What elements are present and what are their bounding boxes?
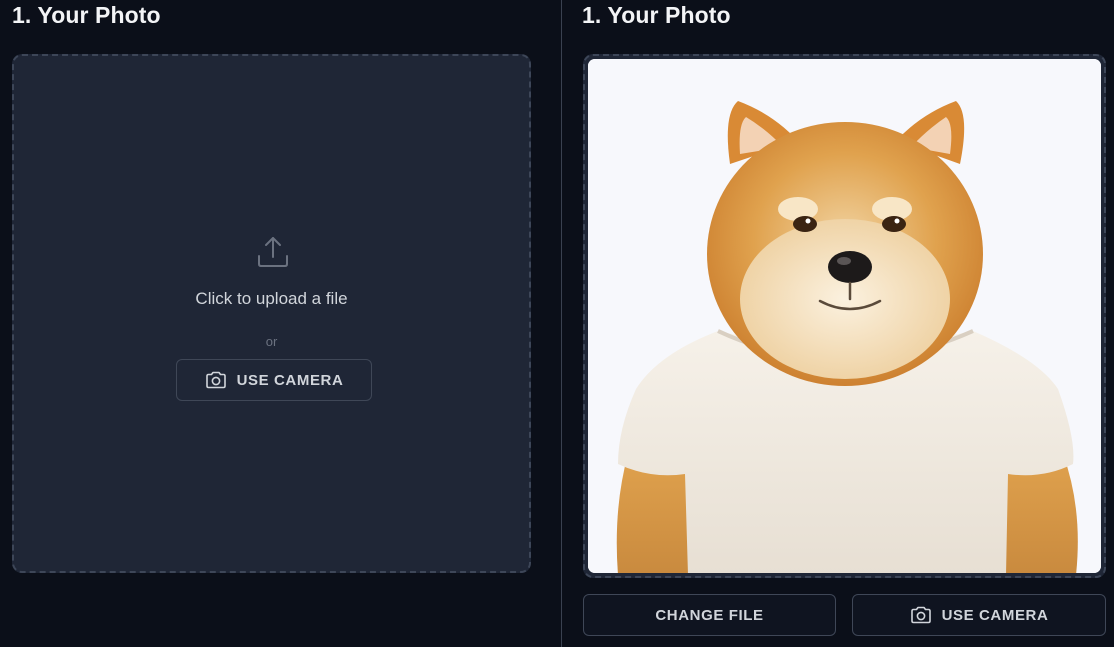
camera-icon <box>910 606 931 624</box>
uploaded-photo <box>588 59 1101 573</box>
use-camera-button[interactable]: USE CAMERA <box>176 359 372 401</box>
upload-panel-filled: 1. Your Photo CHANGE FILE USE CAMERA <box>562 0 1114 647</box>
change-file-label: CHANGE FILE <box>655 606 764 624</box>
panel-title: 1. Your Photo <box>582 2 731 28</box>
use-camera-button[interactable]: USE CAMERA <box>852 594 1106 636</box>
upload-icon <box>258 237 288 267</box>
use-camera-label: USE CAMERA <box>236 371 344 389</box>
file-dropzone[interactable]: Click to upload a file or USE CAMERA <box>12 54 531 573</box>
upload-panel-empty: 1. Your Photo Click to upload a file or … <box>0 0 561 647</box>
use-camera-label: USE CAMERA <box>941 606 1049 624</box>
camera-icon <box>205 371 226 389</box>
photo-preview-frame[interactable] <box>583 54 1106 578</box>
or-separator: or <box>265 334 278 349</box>
change-file-button[interactable]: CHANGE FILE <box>583 594 836 636</box>
upload-prompt[interactable]: Click to upload a file <box>14 289 529 309</box>
dog-photo-illustration <box>588 59 1101 573</box>
panel-title: 1. Your Photo <box>12 2 161 28</box>
